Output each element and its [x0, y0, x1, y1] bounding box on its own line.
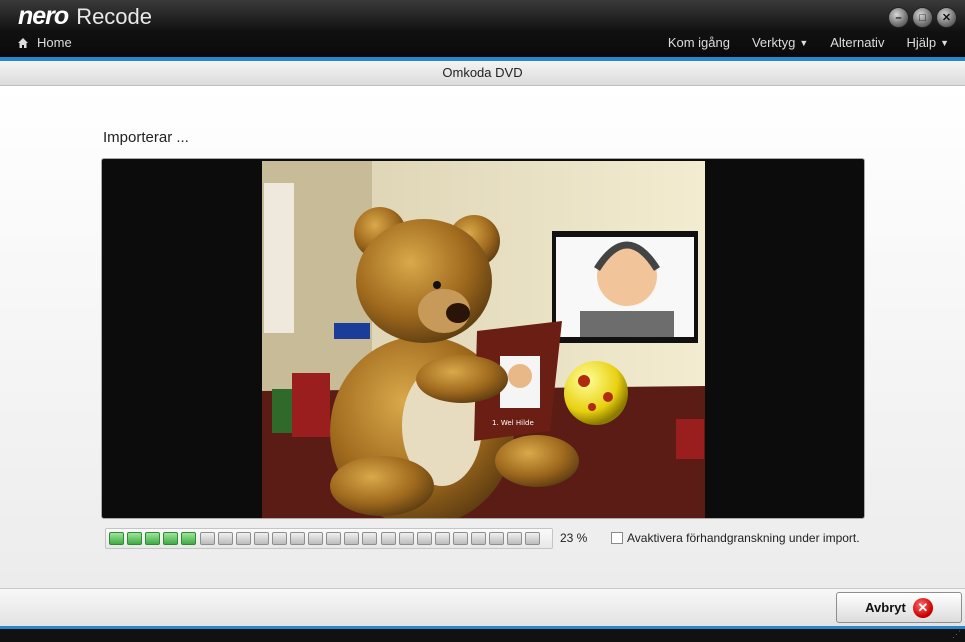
resize-grip-icon[interactable]: ⋰: [952, 629, 961, 640]
progress-segment: [253, 532, 269, 545]
cancel-x-icon: ✕: [912, 597, 933, 618]
progress-segment: [109, 532, 124, 545]
status-label: Importerar ...: [103, 129, 189, 146]
progress-segment: [127, 532, 143, 545]
menu-hjalp[interactable]: Hjälp ▼: [906, 35, 949, 50]
home-link[interactable]: Home: [17, 35, 72, 50]
progress-segment: [308, 532, 324, 545]
menu-label: Alternativ: [830, 35, 885, 50]
chevron-down-icon: ▼: [940, 37, 949, 48]
progress-segment: [507, 532, 523, 545]
chevron-down-icon: ▼: [799, 37, 809, 48]
progress-segment: [217, 532, 233, 545]
progress-segment: [362, 532, 378, 545]
progress-segment: [163, 532, 179, 545]
menu-alternativ[interactable]: Alternativ: [830, 35, 884, 50]
book-caption: 1. Wel Hilde: [492, 419, 534, 427]
disable-preview-label: Avaktivera förhandgranskning under impor…: [627, 531, 860, 545]
minimize-button[interactable]: –: [888, 7, 909, 28]
progress-segment: [271, 532, 287, 545]
cancel-button[interactable]: Avbryt ✕: [836, 592, 962, 623]
home-label: Home: [37, 35, 72, 50]
minimize-icon: –: [895, 11, 902, 24]
progress-segment: [181, 532, 197, 545]
progress-segment: [290, 532, 305, 545]
menu-label: Hjälp: [906, 35, 937, 50]
title-bar: nero Recode Home Kom igång Verktyg ▼ Alt…: [0, 0, 965, 57]
home-icon: [18, 37, 28, 48]
progress-segment: [145, 532, 161, 545]
preview-frame-image: 1. Wel Hilde: [262, 161, 705, 518]
menu-kom-igang[interactable]: Kom igång: [668, 35, 730, 50]
progress-segment: [434, 532, 450, 545]
menu-label: Verktyg: [751, 35, 796, 50]
progress-segment: [489, 532, 505, 545]
app-brand: nero Recode: [18, 2, 152, 32]
progress-segment: [398, 532, 414, 545]
progress-segment: [344, 532, 360, 545]
import-progress-bar: [105, 528, 553, 549]
bottom-bar: ⋰: [0, 626, 965, 642]
video-preview: 1. Wel Hilde: [101, 158, 865, 519]
footer-bar: Avbryt ✕: [0, 588, 965, 627]
progress-segment: [380, 532, 396, 545]
bottom-accent-bar: [0, 626, 965, 629]
progress-segment: [525, 532, 541, 545]
maximize-icon: □: [919, 11, 926, 24]
maximize-button[interactable]: □: [912, 7, 933, 28]
top-menu: Kom igång Verktyg ▼ Alternativ Hjälp ▼: [646, 35, 949, 50]
close-icon: ✕: [941, 12, 952, 24]
close-button[interactable]: ✕: [936, 7, 957, 28]
menu-label: Kom igång: [667, 35, 730, 50]
disable-preview-checkbox[interactable]: [611, 532, 623, 544]
progress-segment: [199, 532, 215, 545]
progress-segment: [326, 532, 342, 545]
progress-segment: [471, 532, 486, 545]
menu-verktyg[interactable]: Verktyg ▼: [752, 35, 808, 50]
progress-percent: 23 %: [560, 531, 588, 545]
progress-segment: [452, 532, 468, 545]
window-controls: – □ ✕: [888, 7, 957, 28]
cancel-label: Avbryt: [865, 600, 906, 615]
progress-segment: [235, 532, 251, 545]
app-title: Recode: [76, 4, 153, 29]
page-title: Omkoda DVD: [0, 61, 965, 86]
nero-logo: nero: [18, 2, 69, 30]
progress-segment: [416, 532, 432, 545]
